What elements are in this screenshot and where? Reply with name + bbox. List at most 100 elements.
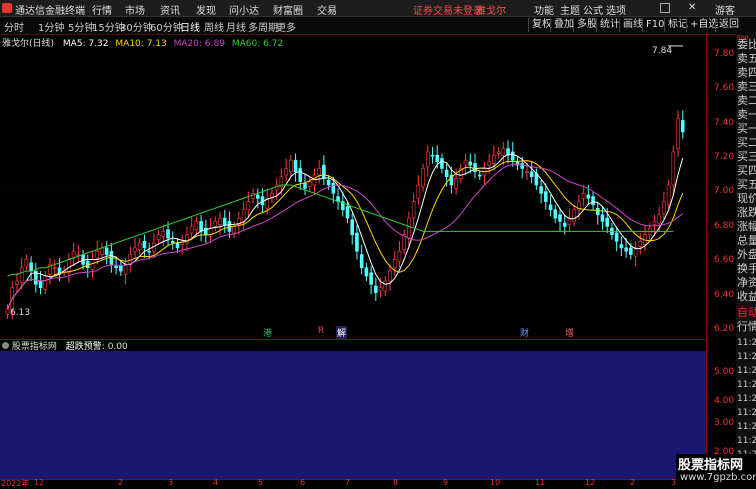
kline-chart[interactable] — [0, 34, 706, 338]
menu-hangqing[interactable]: 行情 — [92, 2, 112, 17]
candle-body[interactable] — [392, 259, 397, 269]
candle-body[interactable] — [657, 214, 661, 224]
candle-body[interactable] — [662, 201, 666, 214]
candle-body[interactable] — [473, 163, 477, 173]
login-notice[interactable]: 证券交易未登录 — [413, 2, 483, 17]
period-1min[interactable]: 1分钟 — [38, 19, 64, 34]
candle-body[interactable] — [463, 159, 468, 166]
candle-body[interactable] — [222, 217, 227, 226]
indicator-chart[interactable] — [0, 339, 706, 479]
candle-body[interactable] — [539, 186, 543, 194]
candle-body[interactable] — [454, 178, 458, 189]
candle-body[interactable] — [369, 272, 373, 285]
side-item[interactable]: 外盘 — [737, 248, 756, 262]
side-item[interactable]: 卖三 — [737, 80, 756, 94]
candle-body[interactable] — [652, 221, 657, 226]
side-item[interactable]: 卖一 — [737, 108, 756, 122]
candle-body[interactable] — [425, 151, 430, 168]
candle-body[interactable] — [529, 171, 534, 178]
candle-body[interactable] — [411, 201, 416, 219]
candle-body[interactable] — [544, 191, 548, 202]
candle-body[interactable] — [468, 161, 473, 166]
candle-body[interactable] — [15, 280, 19, 285]
candle-body[interactable] — [307, 181, 312, 187]
candle-body[interactable] — [359, 254, 364, 269]
candle-body[interactable] — [133, 247, 137, 252]
candle-body[interactable] — [38, 280, 43, 288]
candle-body[interactable] — [595, 207, 600, 216]
candle-body[interactable] — [166, 229, 170, 239]
guest-label[interactable]: 游客 — [715, 2, 735, 17]
candle-body[interactable] — [558, 214, 562, 222]
period-more[interactable]: 更多 — [276, 19, 296, 34]
candle-body[interactable] — [619, 244, 624, 249]
event-marker-gang[interactable]: 港 — [262, 326, 273, 339]
candle-body[interactable] — [345, 206, 350, 219]
candle-body[interactable] — [29, 262, 33, 272]
candle-body[interactable] — [421, 168, 425, 187]
period-daily[interactable]: 日线 — [180, 19, 200, 34]
candle-body[interactable] — [331, 183, 336, 194]
period-multi[interactable]: 多周期 — [248, 19, 278, 34]
side-item[interactable]: 卖二 — [737, 94, 756, 108]
candle-body[interactable] — [194, 221, 199, 231]
candle-body[interactable] — [170, 240, 175, 244]
candle-body[interactable] — [378, 287, 383, 292]
menu-gongshi[interactable]: 公式 — [583, 2, 603, 17]
close-icon[interactable]: ✕ — [688, 2, 696, 13]
side-item[interactable]: 委比 — [737, 38, 756, 52]
period-monthly[interactable]: 月线 — [226, 19, 246, 34]
candle-body[interactable] — [241, 209, 246, 222]
side-tab-hangqing[interactable]: 行情 — [737, 320, 756, 334]
indicator-name[interactable]: 超跌预警 — [66, 342, 102, 352]
candle-body[interactable] — [100, 247, 104, 255]
candle-body[interactable] — [440, 158, 444, 169]
period-60min[interactable]: 60分钟 — [150, 19, 183, 34]
side-item[interactable]: 买五 — [737, 178, 756, 192]
period-fenshi[interactable]: 分时 — [4, 19, 24, 34]
menu-caifuquan[interactable]: 财富圈 — [273, 2, 303, 17]
candle-body[interactable] — [189, 226, 194, 234]
candle-body[interactable] — [624, 247, 628, 252]
candle-body[interactable] — [199, 221, 203, 232]
menu-gongneng[interactable]: 功能 — [534, 2, 554, 17]
candle-body[interactable] — [520, 163, 525, 169]
candle-body[interactable] — [71, 250, 76, 259]
candle-body[interactable] — [246, 201, 251, 211]
candle-body[interactable] — [591, 196, 595, 206]
candle-body[interactable] — [161, 231, 166, 237]
period-30min[interactable]: 30分钟 — [120, 19, 153, 34]
period-5min[interactable]: 5分钟 — [68, 19, 94, 34]
candle-body[interactable] — [553, 209, 558, 219]
candle-body[interactable] — [326, 179, 331, 186]
candle-body[interactable] — [175, 242, 180, 249]
back-button[interactable]: 返回 — [715, 18, 742, 32]
event-marker-r[interactable]: R — [317, 326, 325, 336]
event-marker-jie[interactable]: 解 — [336, 326, 348, 339]
menu-jiaoyi[interactable]: 交易 — [317, 2, 337, 17]
candle-body[interactable] — [638, 240, 643, 247]
candle-body[interactable] — [586, 194, 591, 199]
indicator-source[interactable]: 股票指标网 — [12, 342, 57, 352]
candle-body[interactable] — [383, 280, 388, 292]
candle-body[interactable] — [137, 242, 142, 250]
candle-body[interactable] — [5, 308, 10, 315]
candle-body[interactable] — [605, 217, 610, 227]
candle-body[interactable] — [303, 183, 307, 189]
candle-body[interactable] — [633, 247, 638, 257]
candle-body[interactable] — [355, 232, 359, 252]
candle-body[interactable] — [496, 151, 501, 154]
candle-body[interactable] — [477, 174, 482, 177]
candle-body[interactable] — [374, 285, 378, 293]
side-tab-auto[interactable]: 自动 — [737, 306, 756, 320]
side-item[interactable]: 卖五 — [737, 52, 756, 66]
candle-body[interactable] — [680, 120, 685, 133]
menu-xuanxiang[interactable]: 选项 — [606, 2, 626, 17]
candle-body[interactable] — [95, 250, 100, 259]
side-item[interactable]: 换手 — [737, 262, 756, 276]
side-item[interactable]: 买三 — [737, 150, 756, 164]
candle-body[interactable] — [232, 226, 236, 234]
candle-body[interactable] — [218, 217, 222, 226]
candle-body[interactable] — [614, 232, 619, 242]
side-item[interactable]: 涨幅 — [737, 220, 756, 234]
